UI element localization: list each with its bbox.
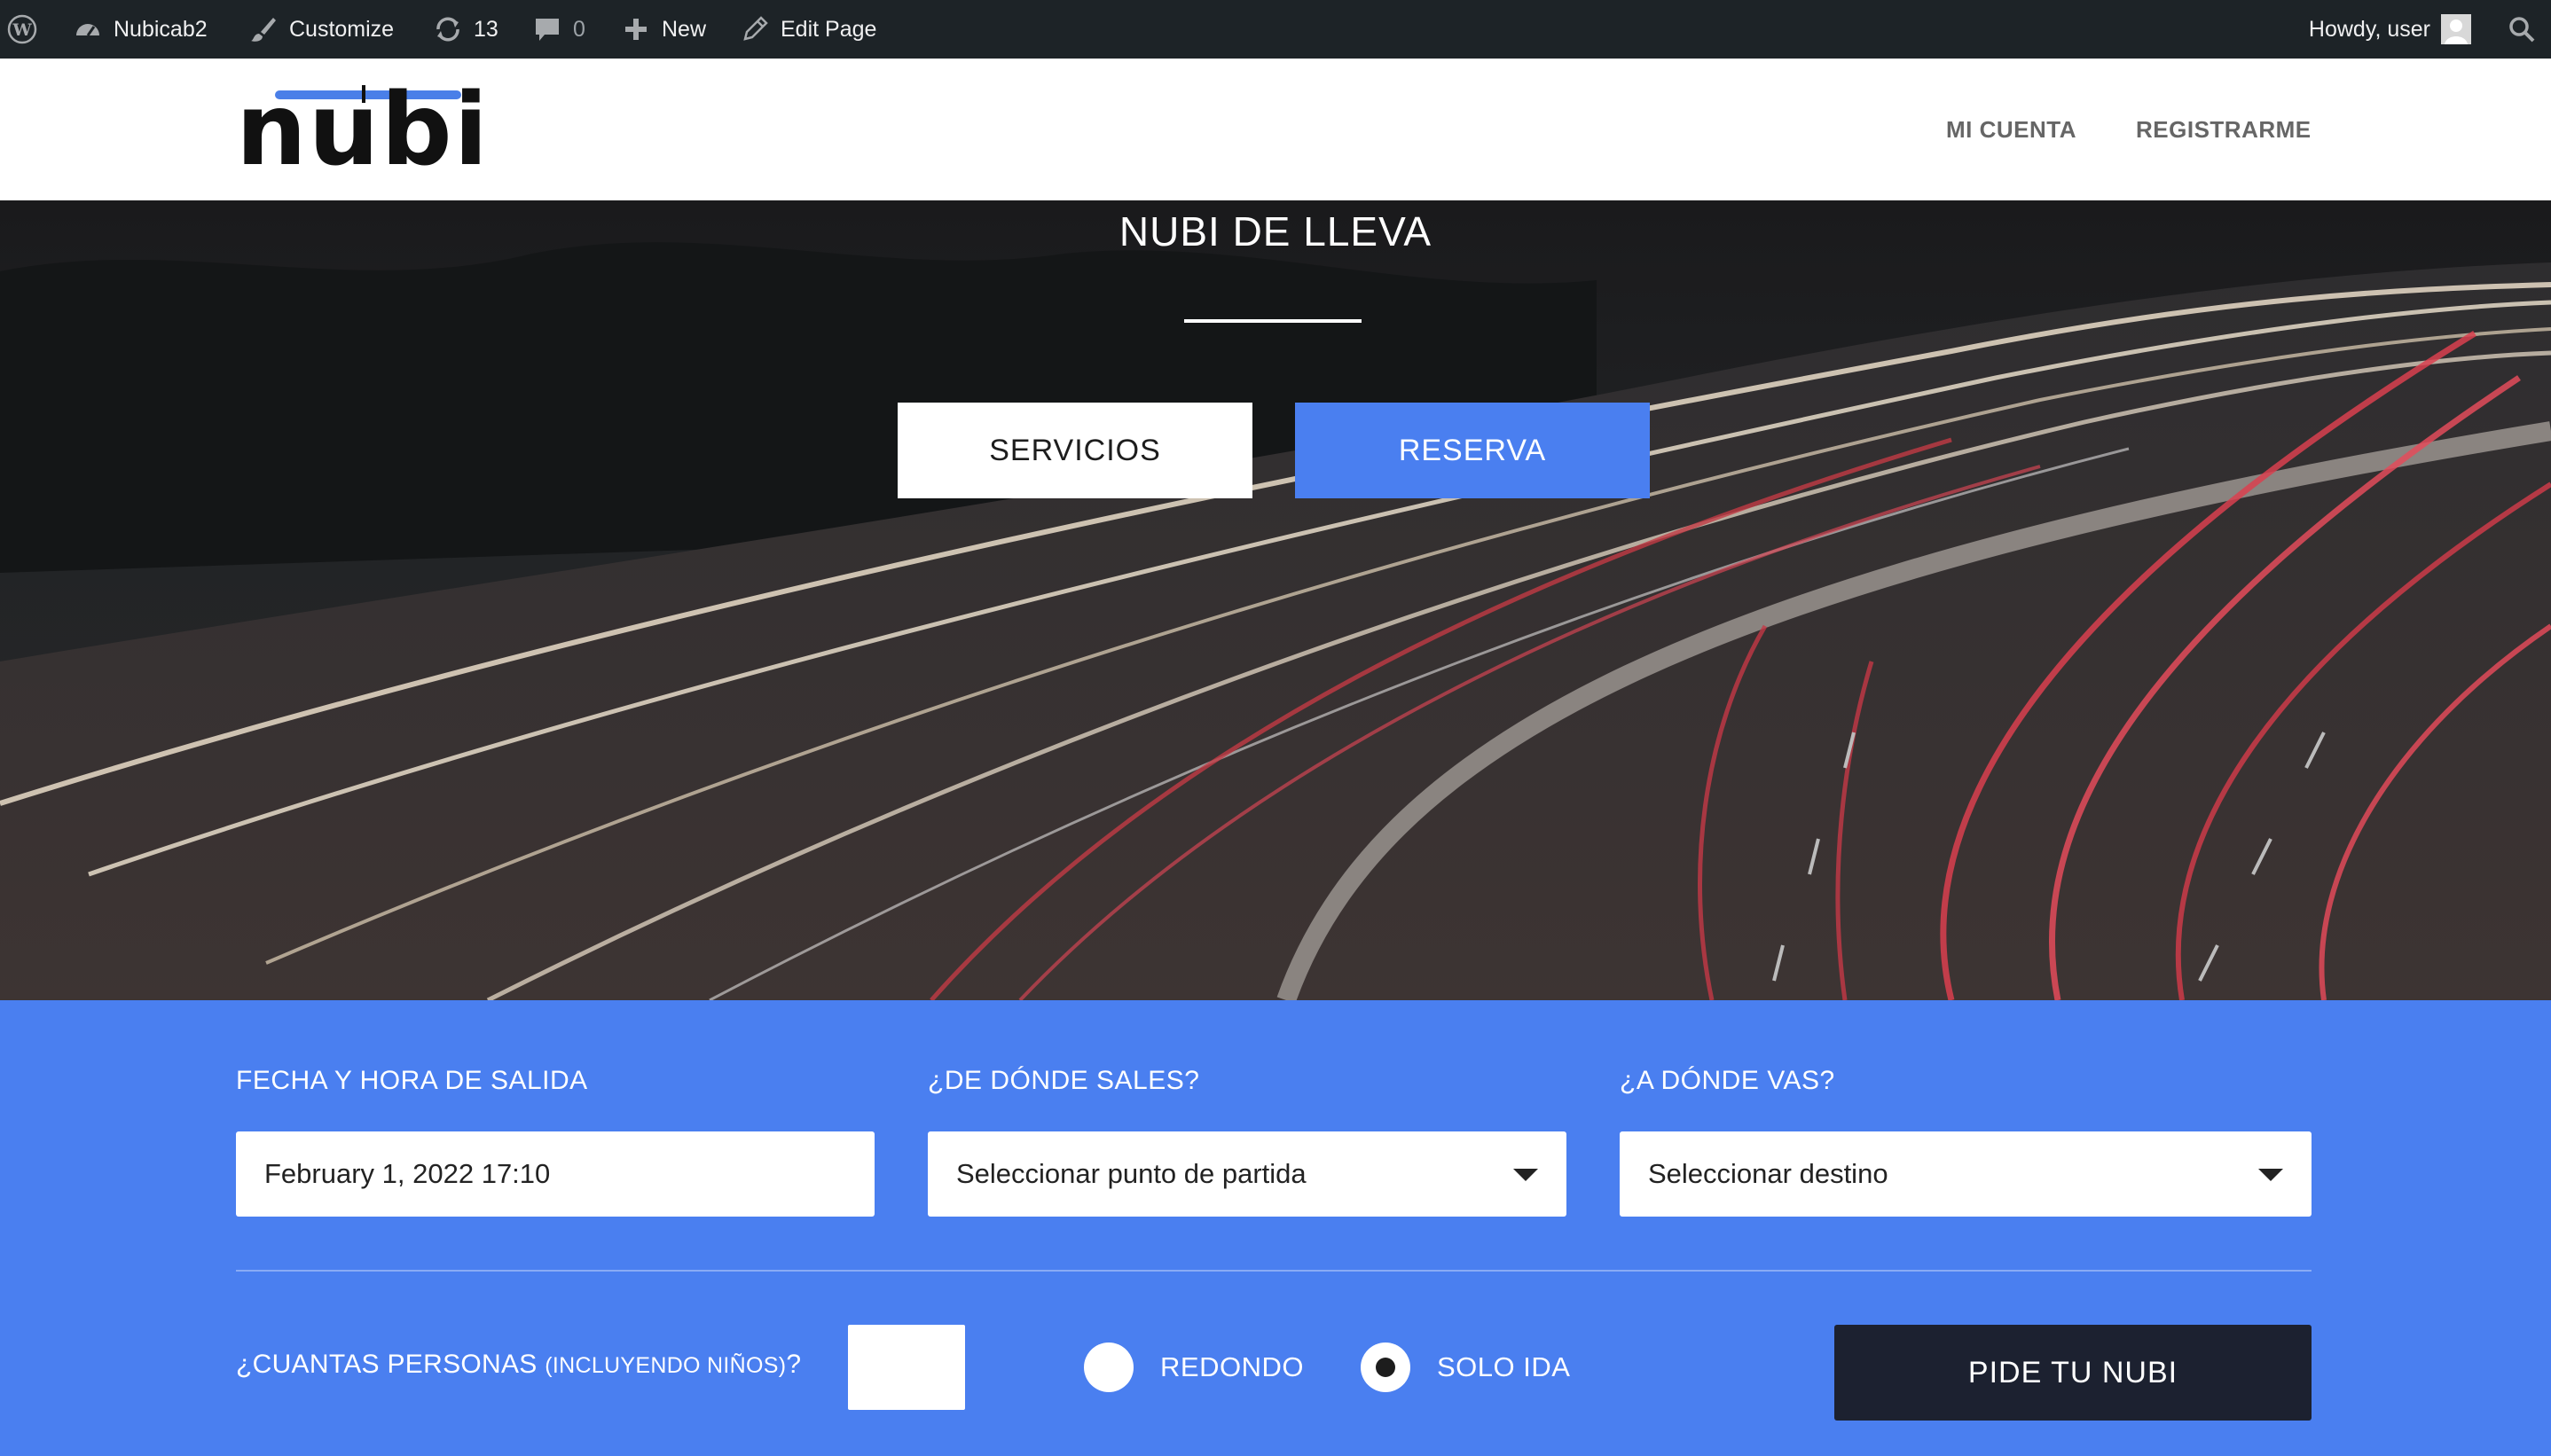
radio-redondo-label: REDONDO [1160, 1351, 1304, 1382]
avatar [2441, 14, 2471, 44]
radio-solo-ida-circle[interactable] [1361, 1342, 1410, 1392]
departure-label: FECHA Y HORA DE SALIDA [236, 1066, 588, 1095]
chevron-down-icon [2258, 1169, 2283, 1181]
comments-link[interactable]: 0 [532, 0, 585, 59]
admin-search[interactable] [2507, 0, 2537, 59]
customize-label: Customize [289, 16, 395, 42]
form-divider [236, 1270, 2312, 1272]
radio-selected-dot [1376, 1358, 1395, 1377]
svg-text:W: W [12, 20, 32, 40]
wordpress-icon: W [7, 14, 37, 44]
site-header: nubi MI CUENTA REGISTRARME [0, 59, 2551, 200]
origin-label: ¿DE DÓNDE SALES? [928, 1066, 1200, 1095]
nav-registrarme[interactable]: REGISTRARME [2136, 59, 2312, 200]
radio-redondo[interactable]: REDONDO [1084, 1342, 1304, 1392]
logo-text: nubi [236, 73, 491, 188]
hero-divider [1184, 319, 1362, 323]
radio-redondo-circle[interactable] [1084, 1342, 1134, 1392]
wp-admin-bar: W Nubicab2 Customize 13 0 New Edit Page … [0, 0, 2551, 59]
comments-count: 0 [573, 16, 585, 42]
brush-icon [248, 14, 279, 44]
search-icon [2507, 14, 2537, 44]
pide-tu-nubi-button[interactable]: PIDE TU NUBI [1834, 1325, 2312, 1421]
site-name-label: Nubicab2 [114, 16, 208, 42]
updates-count: 13 [474, 16, 498, 42]
account-menu[interactable]: Howdy, user [2309, 0, 2471, 59]
howdy-label: Howdy, user [2308, 16, 2430, 42]
radio-solo-ida-label: SOLO IDA [1437, 1351, 1571, 1382]
comment-icon [532, 14, 562, 44]
booking-form: FECHA Y HORA DE SALIDA February 1, 2022 … [0, 1000, 2551, 1456]
origin-value: Seleccionar punto de partida [956, 1158, 1307, 1189]
destination-value: Seleccionar destino [1648, 1158, 1888, 1189]
updates-icon [433, 14, 463, 44]
reserva-button[interactable]: RESERVA [1295, 403, 1650, 498]
new-content-menu[interactable]: New [621, 0, 706, 59]
new-label: New [662, 16, 707, 42]
persons-label: ¿CUANTAS PERSONAS (INCLUYENDO NIÑOS)? [236, 1350, 801, 1380]
updates-link[interactable]: 13 [433, 0, 498, 59]
nav-mi-cuenta[interactable]: MI CUENTA [1946, 59, 2076, 200]
pencil-icon [740, 14, 770, 44]
wordpress-menu[interactable]: W [7, 0, 37, 59]
servicios-button[interactable]: SERVICIOS [898, 403, 1252, 498]
chevron-down-icon [1513, 1169, 1538, 1181]
origin-select[interactable]: Seleccionar punto de partida [928, 1131, 1566, 1217]
radio-solo-ida[interactable]: SOLO IDA [1361, 1342, 1570, 1392]
persons-input[interactable] [848, 1325, 965, 1410]
edit-page-link[interactable]: Edit Page [740, 0, 876, 59]
departure-value: February 1, 2022 17:10 [264, 1158, 551, 1189]
dashboard-icon [73, 14, 103, 44]
hero-title: NUBI DE LLEVA [1119, 208, 1432, 254]
persons-label-main: ¿CUANTAS PERSONAS [236, 1350, 538, 1379]
hero-section: NUBI DE LLEVA SERVICIOS RESERVA [0, 200, 2551, 1000]
persons-label-note: (INCLUYENDO NIÑOS) [545, 1353, 787, 1378]
site-logo[interactable]: nubi [236, 73, 491, 188]
plus-icon [621, 14, 651, 44]
departure-datetime-input[interactable]: February 1, 2022 17:10 [236, 1131, 875, 1217]
destination-label: ¿A DÓNDE VAS? [1620, 1066, 1835, 1095]
site-name-menu[interactable]: Nubicab2 [73, 0, 208, 59]
customize-link[interactable]: Customize [248, 0, 394, 59]
persons-label-end: ? [786, 1350, 802, 1379]
edit-page-label: Edit Page [781, 16, 877, 42]
destination-select[interactable]: Seleccionar destino [1620, 1131, 2312, 1217]
